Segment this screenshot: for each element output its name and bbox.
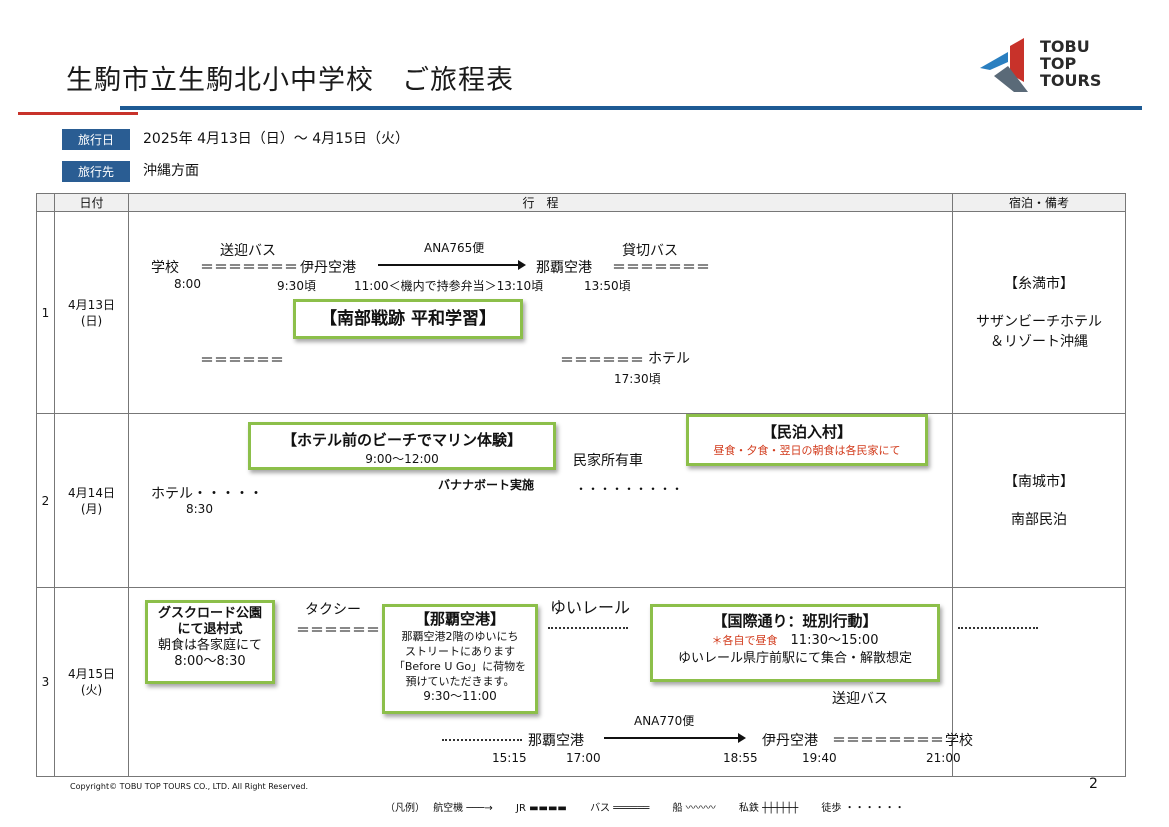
flight-arrow (604, 733, 746, 743)
logo-mark-icon (980, 38, 1028, 92)
header-date: 日付 (54, 193, 129, 212)
gusuku-box: グスクロード公園 にて退村式 朝食は各家庭にて 8:00～8:30 (145, 600, 275, 684)
header-accent (18, 112, 138, 115)
marine-box: 【ホテル前のビーチでマリン体験】 9:00～12:00 (248, 422, 556, 470)
monorail-line (958, 627, 1038, 629)
airport-box: 【那覇空港】 那覇空港2階のゆいにち ストリートにあります 「Before U … (382, 604, 538, 714)
header-rule (120, 106, 1142, 110)
destination-tag: 旅行先 (62, 161, 130, 182)
minpaku-box: 【民泊入村】 昼食・夕食・翌日の朝食は各民家にて (686, 414, 928, 466)
table-row: 1 4月13日 (日) 【糸満市】 サザンビーチホテル ＆リゾート沖縄 (36, 211, 1126, 414)
peace-study-box: 【南部戦跡 平和学習】 (293, 299, 523, 339)
header-itinerary: 行 程 (128, 193, 953, 212)
legend: （凡例） 航空機 ───→ JR ▬▬▬▬ バス ══════ 船 〰〰〰 私鉄… (385, 803, 905, 814)
travel-date: 2025年 4月13日（日）～ 4月15日（火） (143, 131, 409, 147)
destination: 沖縄方面 (143, 163, 199, 179)
page-number: 2 (1089, 776, 1098, 792)
flight-arrow (378, 260, 526, 270)
copyright: Copyright© TOBU TOP TOURS CO., LTD. All … (70, 782, 308, 791)
header-stay: 宿泊・備考 (952, 193, 1126, 212)
date-tag: 旅行日 (62, 129, 130, 150)
page-title: 生駒市立生駒北小中学校 ご旅程表 (66, 65, 514, 96)
logo-text: TOBU TOP TOURS (1040, 37, 1102, 90)
monorail-line (442, 739, 522, 741)
kokusai-box: 【国際通り：班別行動】 ＊各自で昼食 11:30～15:00 ゆいレール県庁前駅… (650, 604, 940, 682)
monorail-line (548, 627, 628, 629)
